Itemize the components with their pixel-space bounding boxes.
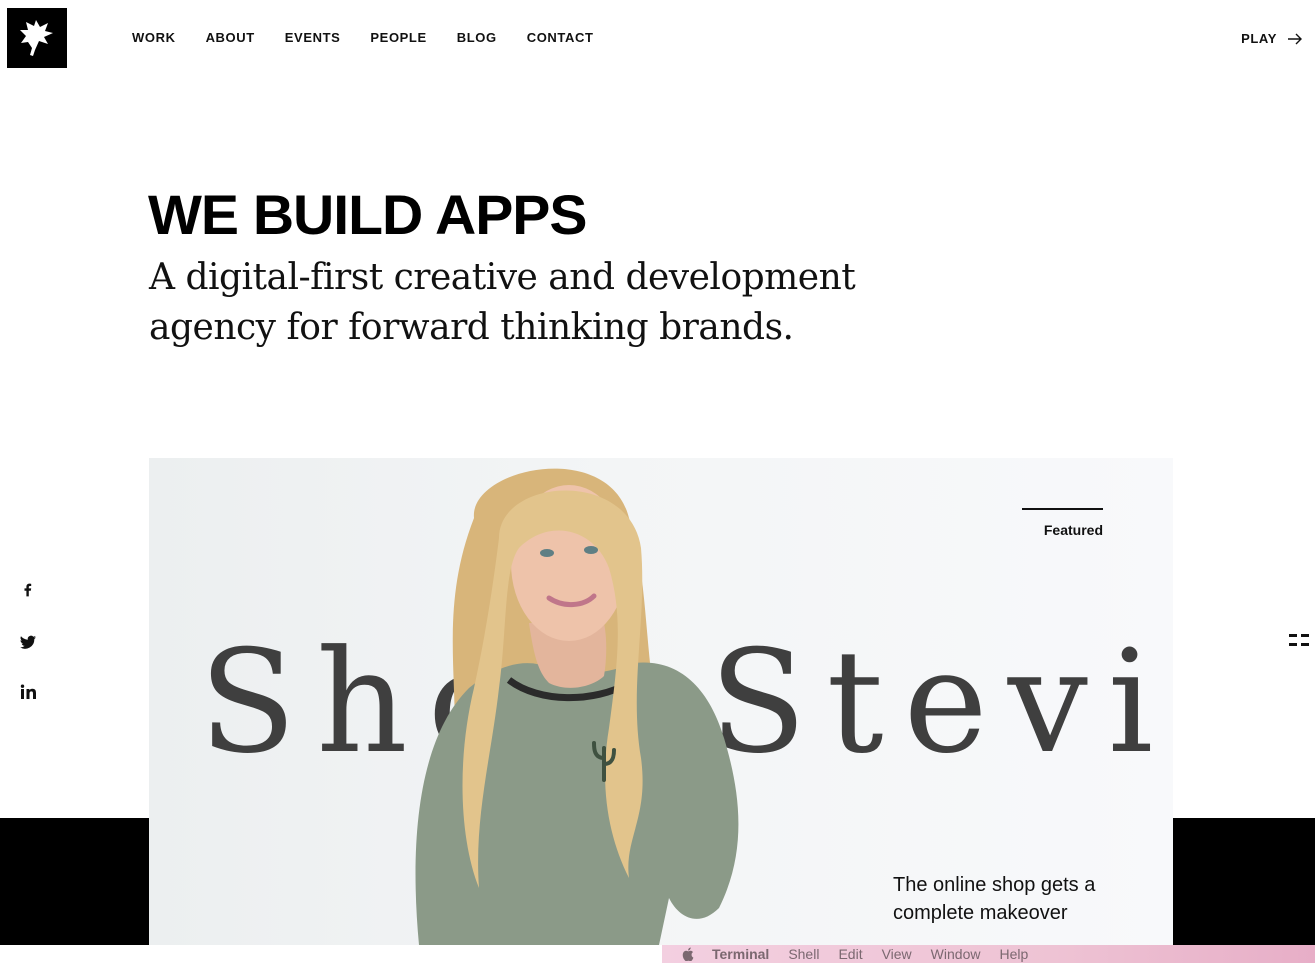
menubar-help[interactable]: Help bbox=[999, 945, 1028, 963]
menubar-view[interactable]: View bbox=[882, 945, 912, 963]
twitter-icon[interactable] bbox=[18, 632, 38, 652]
featured-badge: Featured bbox=[1043, 522, 1103, 538]
play-label: PLAY bbox=[1241, 31, 1277, 46]
main-nav: WORK ABOUT EVENTS PEOPLE BLOG CONTACT bbox=[132, 30, 624, 45]
arrow-right-icon bbox=[1288, 33, 1302, 44]
nav-blog[interactable]: BLOG bbox=[457, 30, 497, 45]
social-links bbox=[18, 582, 38, 702]
menubar-app-name[interactable]: Terminal bbox=[712, 945, 769, 963]
facebook-icon[interactable] bbox=[18, 582, 38, 602]
featured-photo bbox=[415, 468, 739, 945]
linkedin-icon[interactable] bbox=[18, 682, 38, 702]
featured-divider bbox=[1022, 508, 1103, 510]
brand-logo[interactable] bbox=[7, 8, 67, 68]
nav-about[interactable]: ABOUT bbox=[206, 30, 255, 45]
menubar-window[interactable]: Window bbox=[931, 945, 981, 963]
featured-card[interactable]: Shop Stevie Featured The online shop get… bbox=[149, 458, 1173, 945]
nav-contact[interactable]: CONTACT bbox=[527, 30, 594, 45]
nav-work[interactable]: WORK bbox=[132, 30, 176, 45]
grid-menu-icon[interactable] bbox=[1289, 634, 1311, 648]
hero-subtitle: A digital-first creative and development… bbox=[149, 257, 856, 348]
splash-logo-icon bbox=[20, 20, 53, 56]
apple-icon[interactable] bbox=[682, 947, 694, 961]
hero-title: WE BUILD APPS bbox=[148, 183, 587, 246]
nav-people[interactable]: PEOPLE bbox=[370, 30, 426, 45]
system-menubar: Terminal Shell Edit View Window Help bbox=[662, 945, 1315, 963]
play-button[interactable]: PLAY bbox=[1241, 31, 1303, 46]
nav-events[interactable]: EVENTS bbox=[285, 30, 341, 45]
menubar-edit[interactable]: Edit bbox=[838, 945, 862, 963]
featured-caption: The online shop gets a complete makeover bbox=[893, 874, 1096, 924]
menubar-shell[interactable]: Shell bbox=[788, 945, 819, 963]
